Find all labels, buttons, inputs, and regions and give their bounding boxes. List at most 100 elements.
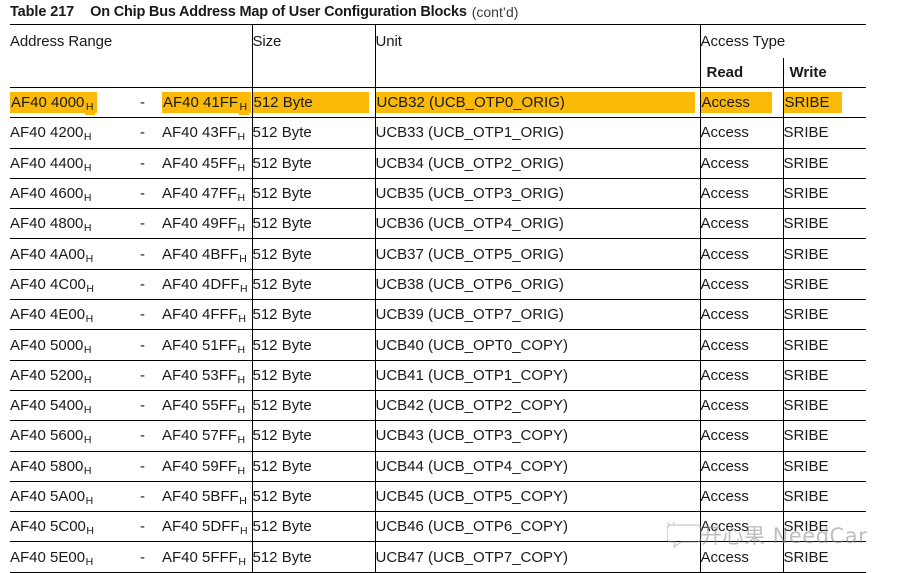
hex-suffix: H	[238, 313, 246, 326]
table-header: Address Range Size Unit Access Type Read…	[10, 24, 867, 88]
cell-address-end: AF40 47FFH	[162, 177, 252, 209]
cell-size-text: 512 Byte	[252, 336, 312, 354]
cell-read-access: Access	[699, 238, 783, 270]
cell-write-access-text: SRIBE	[783, 124, 829, 142]
range-dash: -	[140, 548, 145, 566]
hex-suffix: H	[237, 343, 246, 356]
cell-unit-text: UCB39 (UCB_OTP7_ORIG)	[375, 306, 564, 324]
cell-address-end: AF40 53FFH	[162, 359, 252, 391]
column-header-unit: Unit	[374, 24, 700, 58]
hex-suffix: H	[238, 99, 250, 116]
hex-suffix: H	[237, 373, 246, 386]
cell-address-start: AF40 5200H	[10, 359, 140, 391]
range-dash: -	[140, 275, 145, 293]
cell-read-access: Access	[699, 359, 783, 391]
cell-address-end: AF40 49FFH	[162, 208, 252, 239]
cell-address-start: AF40 5E00H	[10, 541, 140, 573]
cell-address-end-text: AF40 5BFFH	[162, 488, 247, 507]
cell-address-range-dash: -	[140, 147, 162, 179]
cell-unit-text: UCB33 (UCB_OTP1_ORIG)	[375, 124, 564, 142]
range-dash: -	[140, 185, 145, 203]
cell-write-access: SRIBE	[782, 299, 867, 330]
cell-write-access-text: SRIBE	[783, 366, 829, 384]
cell-address-end-text: AF40 59FFH	[162, 457, 246, 477]
cell-write-access: SRIBE	[782, 86, 867, 118]
cell-unit-text: UCB35 (UCB_OTP3_ORIG)	[375, 185, 564, 203]
cell-size: 512 Byte	[251, 450, 375, 482]
cell-size: 512 Byte	[251, 541, 375, 573]
column-header-address-range: Address Range	[10, 24, 252, 58]
cell-address-start: AF40 4E00H	[10, 299, 140, 330]
cell-address-range-dash: -	[140, 177, 162, 209]
cell-address-end-text: AF40 47FFH	[162, 185, 246, 205]
cell-address-end-text: AF40 55FFH	[162, 397, 246, 417]
table-row: AF40 4C00H - AF40 4DFFH 512 Byte UCB38 (UCB_…	[10, 268, 867, 300]
cell-address-start-text: AF40 5400H	[10, 397, 92, 417]
cell-read-access: Access	[699, 511, 783, 542]
cell-address-start: AF40 4A00H	[10, 238, 140, 270]
table-number: Table 217	[10, 4, 75, 20]
cell-address-end-text: AF40 4BFFH	[162, 245, 247, 265]
range-dash: -	[140, 518, 145, 536]
address-map-table-container: Address Range Size Unit Access Type Read…	[10, 24, 867, 573]
cell-address-start-text: AF40 5000H	[10, 336, 92, 356]
cell-address-start: AF40 5000H	[10, 329, 140, 361]
hex-suffix: H	[85, 252, 94, 265]
table-row: AF40 5600H - AF40 57FFH 512 Byte UCB43 (UCB_…	[10, 420, 867, 452]
hex-suffix: H	[237, 131, 246, 144]
cell-unit: UCB43 (UCB_OTP3_COPY)	[374, 420, 700, 452]
cell-read-access: Access	[699, 177, 783, 209]
cell-read-access: Access	[699, 117, 783, 149]
column-header-write: Write	[782, 58, 867, 88]
cell-write-access-text: SRIBE	[783, 518, 829, 536]
cell-address-end-text: AF40 41FF H	[162, 92, 251, 116]
range-dash: -	[140, 427, 145, 445]
cell-size: 512 Byte	[251, 359, 375, 391]
cell-size: 512 Byte	[251, 389, 375, 421]
hex-suffix: H	[84, 99, 96, 116]
cell-write-access: SRIBE	[782, 541, 867, 573]
cell-address-start-text: AF40 5C00H	[10, 518, 94, 538]
table-row: AF40 5200H - AF40 53FFH 512 Byte UCB41 (UCB_…	[10, 359, 867, 391]
cell-unit: UCB33 (UCB_OTP1_ORIG)	[374, 117, 700, 149]
cell-address-range-dash: -	[140, 359, 162, 391]
hex-suffix: H	[237, 222, 246, 235]
cell-address-start-text: AF40 5800H	[10, 457, 92, 477]
cell-read-access: Access	[699, 268, 783, 300]
cell-write-access: SRIBE	[782, 268, 867, 300]
cell-write-access-text: SRIBE	[783, 185, 829, 203]
cell-address-end-text: AF40 5DFFH	[162, 518, 248, 538]
hex-suffix: H	[237, 161, 246, 174]
table-row: AF40 5A00H - AF40 5BFFH 512 Byte UCB45 (UCB_…	[10, 480, 867, 512]
cell-size-text: 512 Byte	[252, 457, 312, 475]
cell-write-access: SRIBE	[782, 117, 867, 149]
cell-size-text: 512 Byte	[252, 548, 312, 566]
cell-write-access-text: SRIBE	[783, 488, 829, 505]
cell-address-start: AF40 4C00H	[10, 268, 140, 300]
cell-address-end-text: AF40 57FFH	[162, 427, 246, 447]
cell-read-access-text: Access	[700, 154, 749, 172]
hex-suffix: H	[85, 495, 94, 507]
cell-unit: UCB38 (UCB_OTP6_ORIG)	[374, 268, 700, 300]
cell-address-start-text: AF40 4E00H	[10, 306, 94, 326]
hex-suffix: H	[83, 131, 92, 144]
cell-size: 512 Byte	[251, 329, 375, 361]
cell-address-range-dash: -	[140, 511, 162, 542]
cell-address-range-dash: -	[140, 541, 162, 573]
cell-unit-text: UCB44 (UCB_OTP4_COPY)	[375, 457, 569, 475]
cell-size-text: 512 Byte	[252, 185, 312, 203]
cell-unit: UCB46 (UCB_OTP6_COPY)	[374, 511, 700, 542]
cell-address-start: AF40 5600H	[10, 420, 140, 452]
cell-unit-text: UCB46 (UCB_OTP6_COPY)	[375, 518, 569, 536]
column-header-read: Read	[699, 58, 783, 88]
cell-address-end-text: AF40 49FFH	[162, 215, 246, 235]
cell-read-access: Access	[699, 389, 783, 421]
cell-size-text: 512 Byte	[252, 488, 312, 505]
cell-unit-text: UCB45 (UCB_OTP5_COPY)	[375, 488, 569, 505]
cell-read-access-text: Access	[700, 488, 749, 505]
cell-address-range-dash: -	[140, 86, 162, 118]
range-dash: -	[140, 306, 145, 324]
table-row: AF40 5400H - AF40 55FFH 512 Byte UCB42 (UCB_…	[10, 389, 867, 421]
hex-suffix: H	[83, 373, 92, 386]
header-row-secondary: Read Write	[10, 58, 867, 88]
